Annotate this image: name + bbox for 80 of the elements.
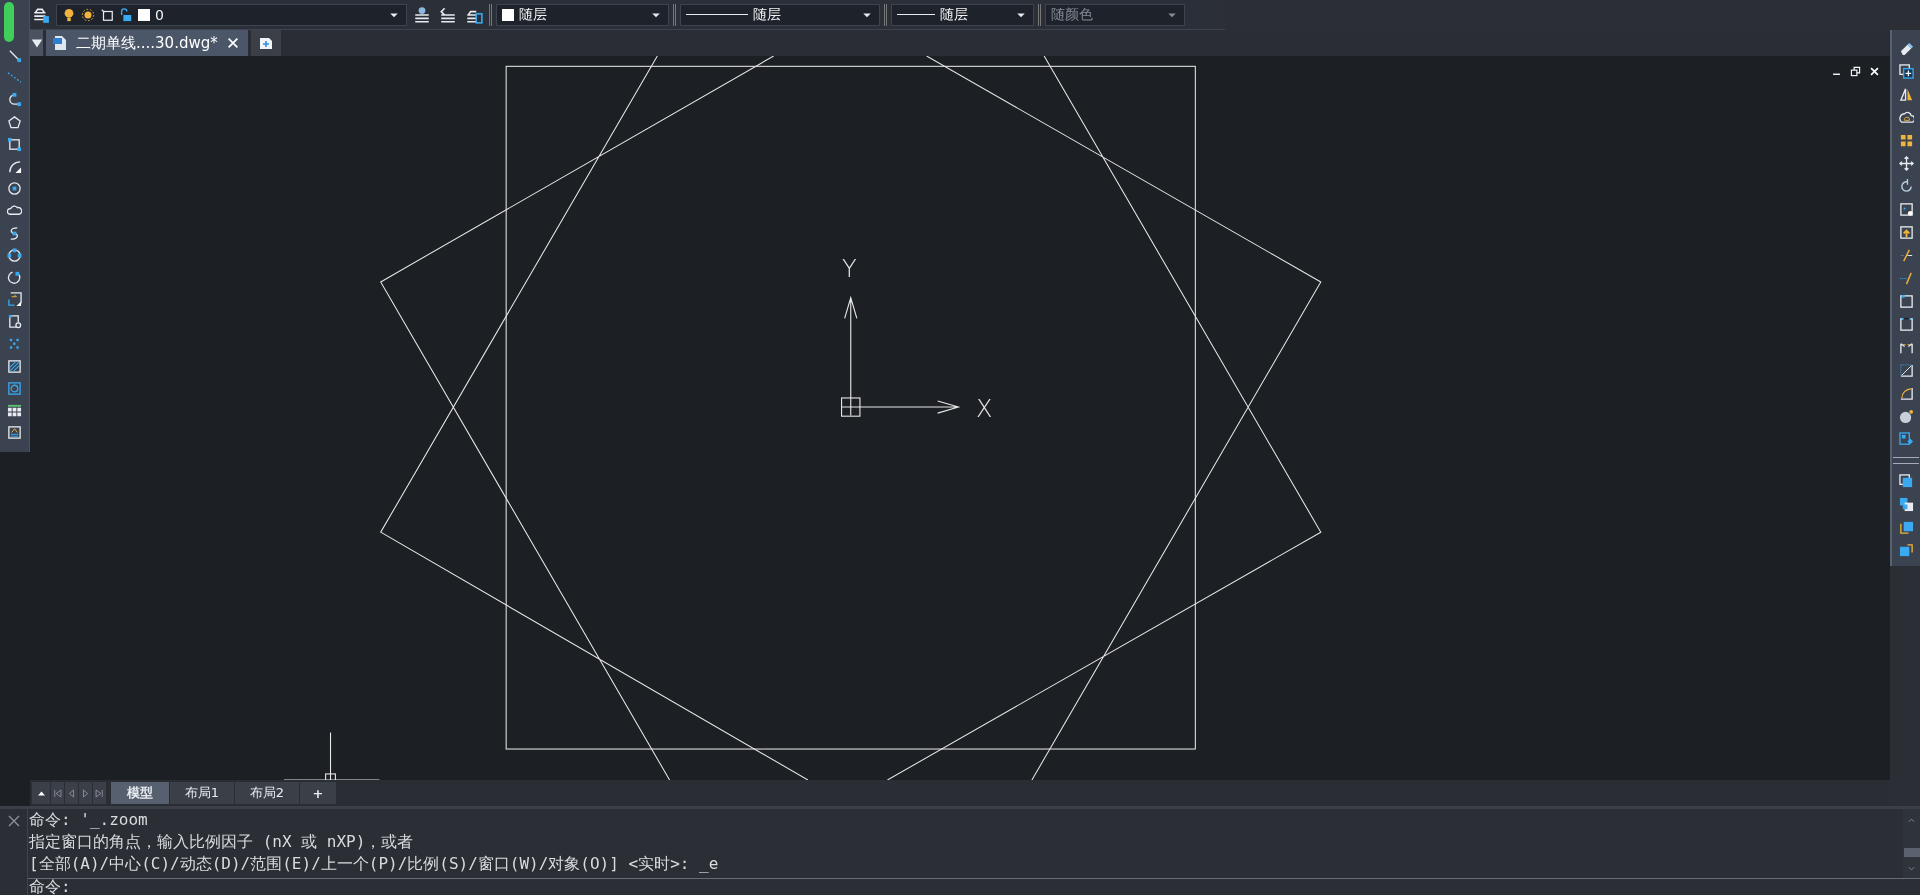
add-layout-button[interactable]: + xyxy=(300,782,336,804)
sun-icon xyxy=(81,7,95,22)
close-icon[interactable] xyxy=(1869,66,1880,77)
color-swatch xyxy=(501,8,514,21)
previous-tab-icon xyxy=(66,787,77,799)
elliptical-arc-icon[interactable] xyxy=(7,269,22,285)
circle-icon[interactable] xyxy=(7,181,22,197)
extend-icon[interactable] xyxy=(1898,271,1914,286)
insert-block-icon[interactable] xyxy=(7,292,22,308)
hatch-icon[interactable] xyxy=(7,358,22,374)
layer-previous-icon[interactable] xyxy=(438,5,457,24)
tab-menu-button[interactable] xyxy=(30,30,43,56)
layout-tab[interactable]: 布局2 xyxy=(235,782,299,804)
polygon-icon[interactable] xyxy=(7,114,22,130)
layer-match-icon[interactable] xyxy=(412,5,431,24)
color-dropdown[interactable]: 随层 xyxy=(495,3,670,26)
next-tab-button[interactable] xyxy=(79,782,92,804)
lineweight-dropdown[interactable]: 随层 xyxy=(891,3,1034,26)
bulb-icon xyxy=(62,7,76,22)
bring-to-front-icon[interactable] xyxy=(1898,474,1914,489)
plus-document-icon xyxy=(257,35,274,51)
layer-dropdown[interactable]: 0 xyxy=(56,3,407,26)
scrollbar[interactable] xyxy=(1903,809,1920,878)
close-icon[interactable] xyxy=(225,36,240,50)
x-axis-label: X xyxy=(976,397,993,421)
viewport-frame-icon xyxy=(100,7,114,22)
move-icon[interactable] xyxy=(1898,156,1914,171)
point-icon[interactable] xyxy=(7,336,22,352)
properties-icon[interactable] xyxy=(1898,432,1914,447)
next-tab-icon xyxy=(80,787,91,799)
first-tab-icon xyxy=(52,787,63,799)
padlock-icon xyxy=(119,7,133,22)
new-tab-button[interactable] xyxy=(250,30,281,56)
command-line-text: 命令: '_.zoom xyxy=(29,809,149,831)
mirror-icon[interactable] xyxy=(1898,87,1914,102)
y-axis-label: Y xyxy=(842,257,857,281)
fillet-icon[interactable] xyxy=(1898,386,1914,401)
last-tab-icon xyxy=(94,787,105,799)
combo-value: 随层 xyxy=(753,5,782,24)
construction-line-icon[interactable] xyxy=(7,70,22,86)
linetype-dropdown[interactable]: 随层 xyxy=(680,3,881,26)
combo-value: 随层 xyxy=(518,5,547,24)
ellipse-icon[interactable] xyxy=(7,247,22,263)
line-sample xyxy=(686,14,749,15)
eraser-icon[interactable] xyxy=(1898,41,1914,56)
block-definition-icon[interactable] xyxy=(7,314,22,330)
rotate-icon[interactable] xyxy=(1898,179,1914,194)
document-tab[interactable]: 二期单线....30.dwg* xyxy=(46,30,248,56)
line-sample xyxy=(897,14,936,15)
combo-value: 随层 xyxy=(940,5,969,24)
layout-tab[interactable]: 布局1 xyxy=(170,782,234,804)
arc-icon[interactable] xyxy=(7,158,22,174)
command-input-field[interactable]: 命令: xyxy=(28,879,1920,895)
region-icon[interactable] xyxy=(7,380,22,396)
text-icon[interactable] xyxy=(7,425,22,441)
command-line-text: [全部(A)/中心(C)/动态(D)/范围(E)/上一个(P)/比例(S)/窗口(W)/对象(O)] <实时>: _e xyxy=(29,853,720,875)
chamfer-icon[interactable] xyxy=(1898,363,1914,378)
line-icon[interactable] xyxy=(7,48,22,63)
layout-tab[interactable]: 模型 xyxy=(111,782,169,804)
layer-name: 0 xyxy=(155,6,164,23)
scrollbar-thumb[interactable] xyxy=(1903,848,1920,857)
tab-title: 二期单线....30.dwg* xyxy=(76,33,218,53)
toolbar-grip-handle[interactable] xyxy=(1893,457,1919,464)
table-icon[interactable] xyxy=(7,403,22,418)
toolbar-grip-handle xyxy=(4,2,14,42)
restore-icon[interactable] xyxy=(1850,66,1861,77)
combo-value: 随颜色 xyxy=(1050,5,1093,24)
copy-icon[interactable] xyxy=(1898,64,1914,79)
previous-tab-button[interactable] xyxy=(65,782,78,804)
command-line-text: 指定窗口的角点，输入比例因子 (nX 或 nXP)，或者 xyxy=(29,831,415,853)
trim-icon[interactable] xyxy=(1898,248,1914,263)
polyline-icon[interactable] xyxy=(7,92,22,108)
document-icon xyxy=(52,35,68,51)
scroll-up-button[interactable] xyxy=(32,782,50,804)
send-to-back-icon[interactable] xyxy=(1898,497,1914,512)
stretch-icon[interactable] xyxy=(1898,225,1914,240)
array-icon[interactable] xyxy=(1898,133,1914,148)
scale-icon[interactable] xyxy=(1898,202,1914,217)
color-swatch xyxy=(138,8,150,21)
rectangle-icon[interactable] xyxy=(7,136,22,152)
